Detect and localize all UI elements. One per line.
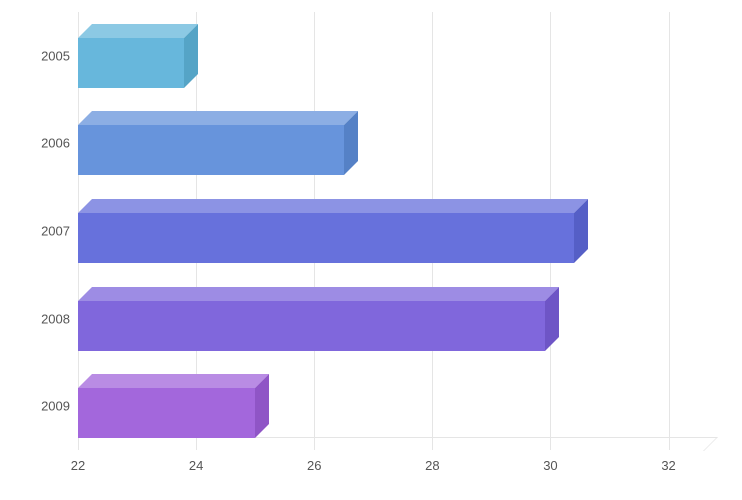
bar-front: [78, 125, 344, 175]
bar-2006[interactable]: [78, 125, 344, 175]
x-tick-label: 28: [425, 458, 439, 473]
bar-2008[interactable]: [78, 301, 545, 351]
bar-chart: 22 24 26 28 30 32 2005 2006 2007 2008 2009: [0, 0, 742, 500]
plot-area: [78, 12, 718, 450]
bar-2005[interactable]: [78, 38, 184, 88]
x-tick-label: 32: [661, 458, 675, 473]
y-tick-label: 2005: [10, 48, 70, 63]
y-tick-label: 2007: [10, 224, 70, 239]
x-tick-label: 24: [189, 458, 203, 473]
y-tick-label: 2008: [10, 311, 70, 326]
bar-top: [78, 199, 588, 213]
bar-front: [78, 213, 574, 263]
x-tick-label: 26: [307, 458, 321, 473]
bar-2009[interactable]: [78, 388, 255, 438]
bar-top: [78, 24, 198, 38]
x-tick-label: 22: [71, 458, 85, 473]
bar-front: [78, 38, 184, 88]
chart-floor: [78, 437, 718, 451]
y-tick-label: 2009: [10, 399, 70, 414]
bar-front: [78, 388, 255, 438]
y-tick-label: 2006: [10, 136, 70, 151]
bar-top: [78, 111, 358, 125]
bar-2007[interactable]: [78, 213, 574, 263]
x-tick-label: 30: [543, 458, 557, 473]
bar-top: [78, 287, 559, 301]
bar-front: [78, 301, 545, 351]
bar-top: [78, 374, 269, 388]
bar-side: [255, 374, 269, 438]
gridline: [669, 12, 670, 450]
